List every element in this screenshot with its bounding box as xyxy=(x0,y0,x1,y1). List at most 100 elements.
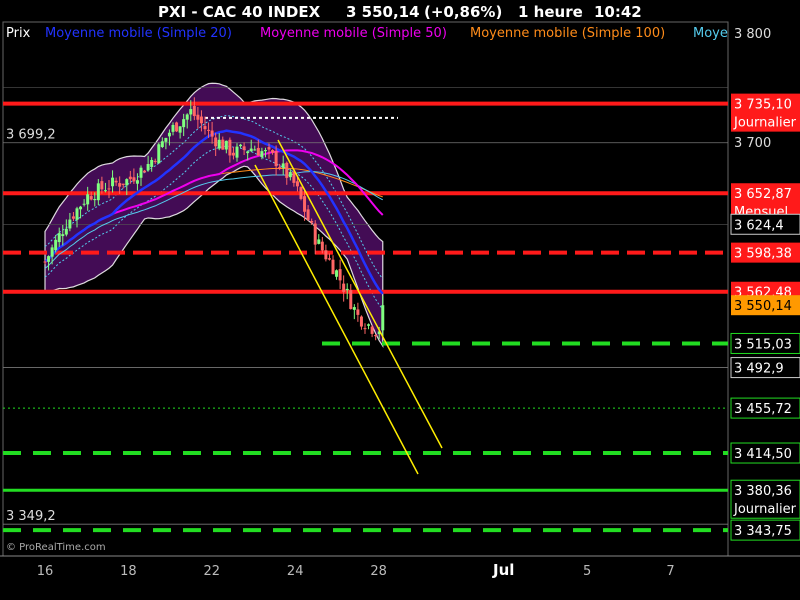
candle-body xyxy=(203,126,207,130)
candle-body xyxy=(221,139,225,150)
candle-body xyxy=(121,183,125,185)
candle-body xyxy=(199,116,203,124)
candle-body xyxy=(374,335,378,337)
price-tag-label: 3 735,10 xyxy=(734,98,792,113)
envelope-bands xyxy=(44,82,384,349)
candle-body xyxy=(370,326,374,334)
candle-body xyxy=(267,147,271,150)
chart-title: PXI - CAC 40 INDEX xyxy=(158,3,321,21)
candle-body xyxy=(61,234,65,237)
candle-body xyxy=(64,228,68,235)
legend-ma-cut: Moye xyxy=(693,26,728,41)
candle-body xyxy=(235,146,239,158)
candle-body xyxy=(128,176,132,180)
candle-body xyxy=(217,139,221,149)
candle-body xyxy=(153,160,157,162)
candle-body xyxy=(224,140,228,150)
candle-body xyxy=(331,259,335,275)
candle-body xyxy=(313,223,317,245)
candle-body xyxy=(349,290,353,309)
price-tag-label: 3 652,87 xyxy=(734,187,792,202)
candle-body xyxy=(281,163,285,168)
candle-body xyxy=(207,129,211,131)
legend-ma50: Moyenne mobile (Simple 50) xyxy=(260,26,447,41)
header-timeframe: 1 heure xyxy=(518,3,583,21)
candle-body xyxy=(327,258,331,260)
candle-body xyxy=(150,159,154,167)
candle-body xyxy=(107,188,111,190)
candle-body xyxy=(263,150,267,152)
candle-body xyxy=(68,219,72,229)
candle-body xyxy=(146,164,150,171)
candle-body xyxy=(175,122,179,132)
price-tag-label: 3 414,50 xyxy=(734,447,792,462)
extreme-label: 3 699,2 xyxy=(6,128,56,143)
candle-body xyxy=(93,199,97,201)
candle-body xyxy=(260,151,264,157)
candle-body xyxy=(57,233,61,243)
candle-body xyxy=(271,150,275,153)
candle-body xyxy=(196,114,200,120)
candle-body xyxy=(86,194,90,205)
candle-body xyxy=(75,208,79,220)
x-tick-label: 18 xyxy=(120,564,137,579)
candle-body xyxy=(125,179,129,186)
candle-body xyxy=(100,181,104,190)
extreme-label: 3 349,2 xyxy=(6,509,56,524)
candle-body xyxy=(160,141,164,148)
candle-body xyxy=(103,190,107,192)
candle-body xyxy=(96,183,100,201)
candle-body xyxy=(295,181,299,187)
price-chart[interactable]: 3 699,2 3 349,2 3 735,10 Journalier 3 652,87… xyxy=(0,0,800,600)
candle-body xyxy=(256,147,260,156)
candle-body xyxy=(167,132,171,137)
x-tick-label: Jul xyxy=(492,561,514,579)
candle-body xyxy=(79,206,83,210)
candle-body xyxy=(54,239,58,251)
candle-body xyxy=(239,144,243,147)
candle-body xyxy=(71,216,75,219)
candle-body xyxy=(317,239,321,244)
candle-body xyxy=(82,203,86,205)
legend-ma100: Moyenne mobile (Simple 100) xyxy=(470,26,665,41)
candle-body xyxy=(288,172,292,178)
candle-body xyxy=(299,187,303,199)
candle-body xyxy=(320,241,324,251)
y-tick-label: 3 800 xyxy=(734,27,771,42)
watermark: © ProRealTime.com xyxy=(6,542,106,553)
price-tag-label: 3 515,03 xyxy=(734,337,792,352)
x-tick-label: 7 xyxy=(666,564,674,579)
candle-body xyxy=(214,137,218,147)
candle-body xyxy=(47,256,51,262)
candle-body xyxy=(139,167,143,178)
price-tag-note: Journalier xyxy=(733,502,797,517)
candle-body xyxy=(189,109,193,115)
price-tag-label: 3 380,36 xyxy=(734,484,792,499)
candle-body xyxy=(310,220,314,223)
candle-body xyxy=(89,196,93,200)
x-tick-label: 16 xyxy=(37,564,54,579)
candle-body xyxy=(210,130,214,137)
candle-body xyxy=(178,126,182,133)
candle-body xyxy=(114,180,118,183)
candle-body xyxy=(335,270,339,277)
candle-body xyxy=(132,177,136,182)
candle-body xyxy=(171,124,175,132)
candle-body xyxy=(303,196,307,212)
x-tick-label: 22 xyxy=(204,564,221,579)
x-tick-label: 5 xyxy=(583,564,591,579)
price-tag-label: 3 624,4 xyxy=(734,218,784,233)
candle-body xyxy=(43,261,47,263)
header-change: (+0,86%) xyxy=(424,3,502,21)
candle-body xyxy=(50,247,54,257)
price-tag-label: 3 343,75 xyxy=(734,524,792,539)
candle-body xyxy=(342,283,346,292)
candle-body xyxy=(157,144,161,164)
candle-body xyxy=(242,146,246,151)
candle-body xyxy=(274,151,278,167)
price-tag-label: 3 492,9 xyxy=(734,362,784,377)
price-tag-label: 3 455,72 xyxy=(734,402,792,417)
x-tick-label: 24 xyxy=(287,564,304,579)
candle-body xyxy=(246,151,250,154)
candle-body xyxy=(164,137,168,142)
